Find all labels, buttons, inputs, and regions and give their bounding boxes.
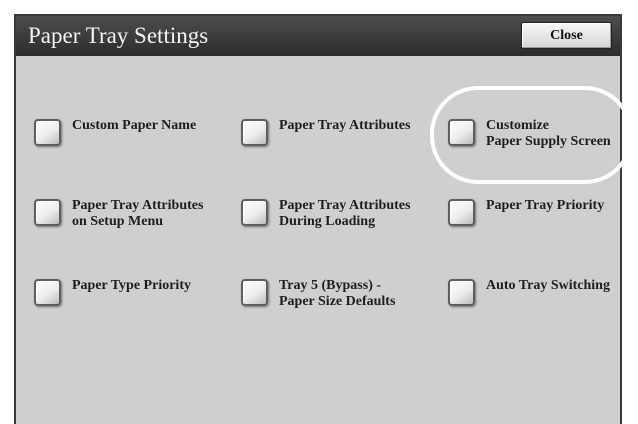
close-button[interactable]: Close [521,22,612,49]
checkbox[interactable] [241,279,268,306]
checkbox[interactable] [448,199,475,226]
checkbox[interactable] [34,199,61,226]
checkbox[interactable] [34,279,61,306]
option-label: Paper Tray Attributes During Loading [279,198,411,229]
option-tray5-bypass-paper-size-defaults[interactable]: Tray 5 (Bypass) - Paper Size Defaults [241,278,431,331]
option-customize-paper-supply-screen[interactable]: Customize Paper Supply Screen [448,118,620,171]
checkbox[interactable] [241,119,268,146]
option-paper-tray-priority[interactable]: Paper Tray Priority [448,198,620,251]
page-title: Paper Tray Settings [28,23,209,48]
checkbox[interactable] [241,199,268,226]
checkbox[interactable] [448,279,475,306]
title-bar: Paper Tray Settings Close [16,16,620,56]
option-custom-paper-name[interactable]: Custom Paper Name [34,118,224,171]
option-label: Auto Tray Switching [486,278,610,293]
option-auto-tray-switching[interactable]: Auto Tray Switching [448,278,620,331]
option-label: Tray 5 (Bypass) - Paper Size Defaults [279,278,396,309]
option-label: Paper Tray Priority [486,198,605,213]
option-label: Paper Tray Attributes [279,118,411,133]
checkbox[interactable] [34,119,61,146]
option-paper-type-priority[interactable]: Paper Type Priority [34,278,224,331]
paper-tray-settings-screen: Paper Tray Settings Close Custom Paper N… [14,14,622,424]
option-label: Paper Type Priority [72,278,191,293]
option-paper-tray-attributes-during-loading[interactable]: Paper Tray Attributes During Loading [241,198,431,251]
option-label: Customize Paper Supply Screen [486,118,611,149]
option-paper-tray-attributes[interactable]: Paper Tray Attributes [241,118,431,171]
option-label: Custom Paper Name [72,118,197,133]
option-paper-tray-attributes-on-setup-menu[interactable]: Paper Tray Attributes on Setup Menu [34,198,224,251]
option-label: Paper Tray Attributes on Setup Menu [72,198,204,229]
checkbox[interactable] [448,119,475,146]
